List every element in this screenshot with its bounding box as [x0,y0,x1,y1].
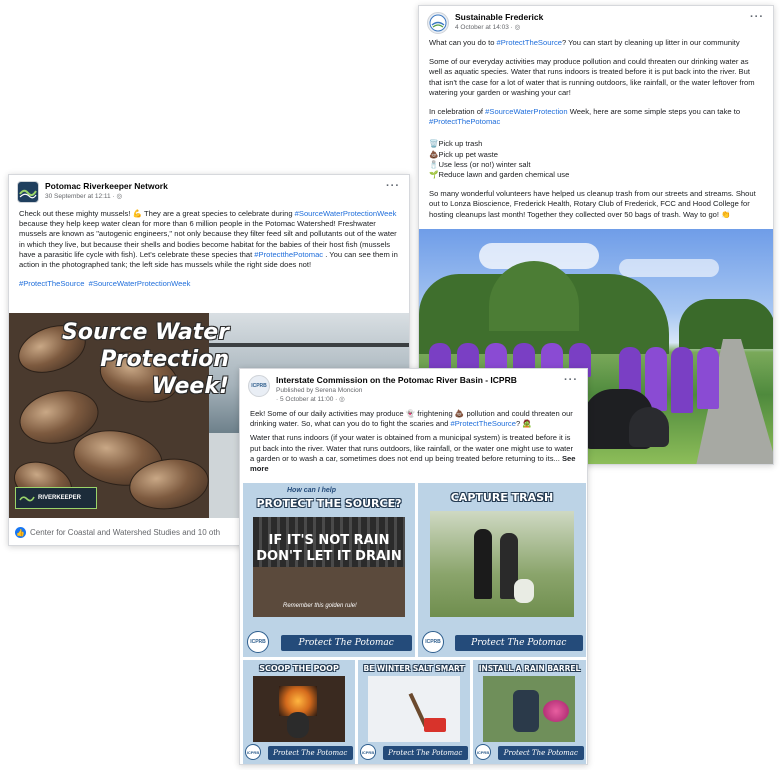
globe-icon: ◎ [514,24,521,31]
page-name[interactable]: Sustainable Frederick [455,12,543,23]
list-item: 💩Pick up pet waste [429,149,498,159]
panel-capture-trash[interactable]: CAPTURE TRASH ICPRB Protect The Potomac [418,483,586,657]
hashtag-link[interactable]: #ProtectTheSource [451,419,516,428]
rain-barrel-image [483,676,575,742]
page-avatar[interactable]: ICPRB [248,375,270,397]
panel-protect-source[interactable]: How can I help PROTECT THE SOURCE? IF IT… [243,483,415,657]
post-date[interactable]: 4 October at 14:03 · ◎ [455,23,543,32]
panel-scoop-poop[interactable]: SCOOP THE POOP ICPRB Protect The Potomac [243,660,355,764]
hero-title: Source Water Protection Week! [62,320,229,399]
post-date[interactable]: 30 September at 12:11 · ◎ [45,192,168,201]
published-by[interactable]: Published by Serena Moncion [276,386,517,395]
hashtag-link[interactable]: #ProtectThePotomac [429,117,500,126]
riverkeeper-logo: RIVERKEEPER [15,487,97,509]
post-header: Sustainable Frederick 4 October at 14:03… [419,6,773,36]
panel-rain-barrel[interactable]: INSTALL A RAIN BARREL ICPRB Protect The … [473,660,586,764]
hashtag-link[interactable]: #SourceWaterProtectionWeek [295,209,397,218]
post-text: Check out these mighty mussels! 💪 They a… [19,209,398,289]
hashtag-link[interactable]: #SourceWaterProtectionWeek [89,279,191,288]
icprb-logo: ICPRB [247,631,269,653]
hashtag-link[interactable]: #ProtectthePotomac [254,250,323,259]
icprb-logo: ICPRB [245,744,261,760]
more-options-button[interactable]: ··· [386,180,400,192]
post-text: What can you do to #ProtectTheSource? Yo… [419,38,773,220]
globe-icon: ◎ [116,193,123,200]
globe-icon: ◎ [339,396,345,403]
page-avatar[interactable] [17,181,39,203]
list-item: 🧂Use less (or no!) winter salt [429,159,531,169]
like-icon: 👍 [15,527,26,538]
post-date[interactable]: · 5 October at 11:00 · ◎ [276,395,517,404]
more-options-button[interactable]: ··· [750,11,764,23]
hashtag-link[interactable]: #SourceWaterProtection [485,107,567,116]
icprb-logo: ICPRB [475,744,491,760]
post-header: Potomac Riverkeeper Network 30 September… [9,175,409,205]
snow-shovel-image [368,676,460,742]
hashtag-link[interactable]: #ProtectTheSource [497,38,562,47]
list-item: 🗑️Pick up trash [429,139,483,149]
volunteers-trash-image [430,511,574,617]
icprb-logo: ICPRB [422,631,444,653]
post-icprb: ICPRB Interstate Commission on the Potom… [239,368,588,765]
page-avatar[interactable] [427,12,449,34]
storm-drain-image: IF IT'S NOT RAIN DON'T LET IT DRAIN Reme… [253,517,405,617]
reactions-summary[interactable]: 👍 Center for Coastal and Watershed Studi… [15,527,220,538]
page-name[interactable]: Interstate Commission on the Potomac Riv… [276,375,517,386]
steps-list: 🗑️Pick up trash 💩Pick up pet waste 🧂Use … [429,139,763,180]
dog-fireplace-image [253,676,345,742]
hashtag-link[interactable]: #ProtectTheSource [19,279,84,288]
icprb-logo: ICPRB [360,744,376,760]
list-item: 🌱Reduce lawn and garden chemical use [429,170,570,180]
more-options-button[interactable]: ··· [564,374,578,386]
post-text: Eek! Some of our daily activities may pr… [250,409,576,474]
post-header: ICPRB Interstate Commission on the Potom… [240,369,587,406]
panel-winter-salt[interactable]: BE WINTER SALT SMART ICPRB Protect The P… [358,660,470,764]
page-name[interactable]: Potomac Riverkeeper Network [45,181,168,192]
